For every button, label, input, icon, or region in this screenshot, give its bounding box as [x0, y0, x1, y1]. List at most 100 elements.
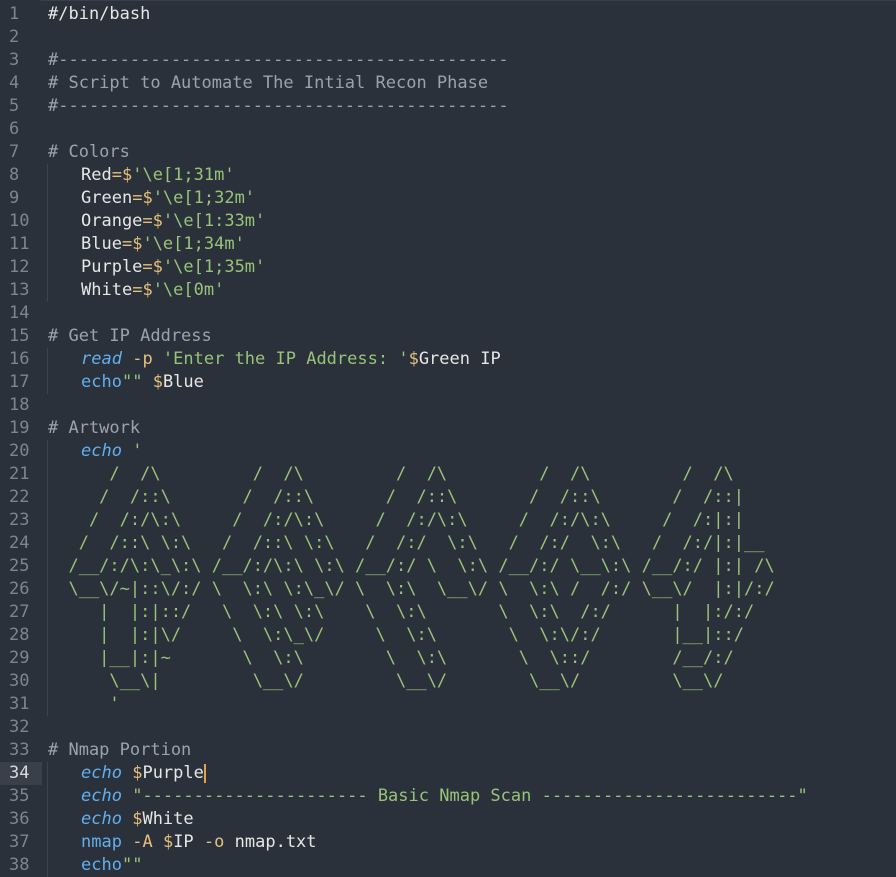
code-line[interactable]: nmap -A $IP -o nmap.txt	[81, 831, 317, 854]
code-token: | |:|\/ \ \:\_\/ \ \:\ \ \:\/:/ |__|::/	[48, 625, 744, 645]
line-number-gutter: 1 2 3 4 5 6 7 8 9 10 11 12 13 14 15 16 17 18 19 20 21 22 23 24 2…	[0, 0, 42, 877]
code-line[interactable]: Blue=$'\e[1;34m'	[81, 233, 245, 256]
code-token: Purple	[81, 257, 143, 277]
code-line[interactable]: #/bin/bash	[48, 3, 150, 26]
code-token: '\e[1;35m'	[162, 257, 266, 277]
code-token: \__\/~|::\/:/ \ \:\ \:\_\/ \ \:\ \__\/ \…	[48, 579, 775, 599]
line-number: 30	[9, 671, 30, 691]
line-number: 1	[9, 4, 20, 24]
code-token: /__/:/\:\_\:\ /__/:/\:\ \:\ /__/:/ \ \:\…	[48, 556, 775, 576]
code-token: #---------------------------------------…	[48, 96, 509, 116]
code-token: =	[111, 165, 122, 185]
line-number: 2	[9, 27, 20, 47]
code-token: $	[121, 165, 133, 185]
line-number: 14	[9, 303, 30, 323]
code-line[interactable]: / /::\ / /::\ / /::\ / /::\ / /::|	[48, 486, 744, 509]
code-line[interactable]: /__/:/\:\_\:\ /__/:/\:\ \:\ /__/:/ \ \:\…	[48, 555, 775, 578]
line-number: 15	[9, 326, 30, 346]
code-line[interactable]: |__|:|~ \ \:\ \ \:\ \ \::/ /__/:/	[48, 647, 734, 670]
code-token: Green IP	[418, 349, 501, 369]
code-line[interactable]: echo "---------------------- Basic Nmap …	[81, 785, 808, 808]
line-number: 20	[9, 441, 30, 461]
code-token: $	[152, 257, 163, 277]
line-number: 3	[9, 50, 20, 70]
code-line[interactable]: | |:|\/ \ \:\_\/ \ \:\ \ \:\/:/ |__|::/	[48, 624, 744, 647]
code-token: -o	[203, 832, 225, 852]
code-token: ""	[121, 855, 143, 875]
code-token: Blue	[162, 372, 204, 392]
code-line[interactable]: read -p 'Enter the IP Address: '$Green I…	[81, 348, 501, 371]
code-token: $	[408, 349, 419, 369]
line-number: 21	[9, 464, 30, 484]
text-cursor	[204, 764, 206, 783]
code-token: #/bin/bash	[48, 4, 151, 24]
code-token: IP	[173, 832, 194, 852]
code-line[interactable]: # Artwork	[48, 417, 140, 440]
code-line[interactable]: # Get IP Address	[48, 325, 212, 348]
indent-guide	[47, 440, 48, 716]
code-token: # Get IP Address	[48, 326, 212, 346]
code-line[interactable]: echo '	[81, 440, 142, 463]
code-line[interactable]: #---------------------------------------…	[48, 49, 509, 72]
code-line[interactable]: #---------------------------------------…	[48, 95, 509, 118]
code-line[interactable]: Green=$'\e[1;32m'	[81, 187, 255, 210]
line-number: 31	[9, 694, 30, 714]
code-token: =	[132, 188, 143, 208]
code-line[interactable]: / /::\ \:\ / /::\ \:\ / /:/ \:\ / /:/ \:…	[48, 532, 765, 555]
code-token: \__\| \__\/ \__\/ \__\/ \__\/	[48, 671, 724, 691]
line-number: 22	[9, 487, 30, 507]
line-number: 29	[9, 648, 30, 668]
code-token: $	[152, 372, 163, 392]
line-number: 4	[9, 73, 20, 93]
code-token: $	[142, 188, 153, 208]
code-token: echo	[81, 855, 122, 875]
line-number: 25	[9, 556, 30, 576]
code-token: Purple	[142, 763, 204, 783]
code-line[interactable]: White=$'\e[0m'	[81, 279, 224, 302]
code-token: echo	[81, 372, 122, 392]
code-token: $	[162, 832, 174, 852]
code-token: |__|:|~ \ \:\ \ \:\ \ \::/ /__/:/	[48, 648, 734, 668]
code-line[interactable]: / /:/\:\ / /:/\:\ / /:/\:\ / /:/\:\ / /:…	[48, 509, 744, 532]
code-token: / /:/\:\ / /:/\:\ / /:/\:\ / /:/\:\ / /:…	[48, 510, 744, 530]
code-token: | |:|::/ \ \:\ \:\ \ \:\ \ \:\ /:/ | |:/…	[48, 602, 755, 622]
code-token: ""	[121, 372, 143, 392]
code-line[interactable]: | |:|::/ \ \:\ \:\ \ \:\ \ \:\ /:/ | |:/…	[48, 601, 754, 624]
code-line[interactable]: '	[48, 693, 119, 716]
line-number: 23	[9, 510, 30, 530]
code-line[interactable]: echo"" $Blue	[81, 371, 204, 394]
code-token: =	[142, 211, 153, 231]
code-token: -p	[132, 349, 153, 369]
code-line[interactable]: # Script to Automate The Intial Recon Ph…	[48, 72, 488, 95]
code-line[interactable]: echo $Purple	[81, 762, 204, 785]
code-line[interactable]: echo $White	[81, 808, 194, 831]
code-editor[interactable]: 1 2 3 4 5 6 7 8 9 10 11 12 13 14 15 16 17 18 19 20 21 22 23 24 2…	[0, 0, 896, 877]
code-line[interactable]: # Colors	[48, 141, 130, 164]
code-token: Orange	[81, 211, 143, 231]
code-line[interactable]: \__\/~|::\/:/ \ \:\ \:\_\/ \ \:\ \__\/ \…	[48, 578, 775, 601]
line-number: 5	[9, 96, 20, 116]
line-number: 24	[9, 533, 30, 553]
code-token: echo	[81, 763, 122, 783]
code-line[interactable]: Red=$'\e[1;31m'	[81, 164, 235, 187]
code-token: '\e[1;32m'	[152, 188, 256, 208]
code-line[interactable]: / /\ / /\ / /\ / /\ / /\	[48, 463, 733, 486]
code-line[interactable]: echo""	[81, 854, 142, 877]
code-line[interactable]: Orange=$'\e[1:33m'	[81, 210, 265, 233]
line-number: 19	[9, 418, 30, 438]
code-token: nmap.txt	[224, 832, 317, 852]
code-line[interactable]: \__\| \__\/ \__\/ \__\/ \__\/	[48, 670, 724, 693]
code-token: =	[142, 257, 153, 277]
code-token: echo	[81, 786, 122, 806]
line-number: 18	[9, 395, 30, 415]
code-line[interactable]: Purple=$'\e[1;35m'	[81, 256, 265, 279]
code-area[interactable]: #/bin/bash #-----------------------------…	[48, 0, 896, 877]
line-number: 34	[0, 762, 42, 785]
code-line[interactable]: # Nmap Portion	[48, 739, 191, 762]
code-token: 'Enter the IP Address: '	[152, 349, 409, 369]
code-token: # Script to Automate The Intial Recon Ph…	[48, 73, 489, 93]
line-number: 12	[9, 257, 30, 277]
